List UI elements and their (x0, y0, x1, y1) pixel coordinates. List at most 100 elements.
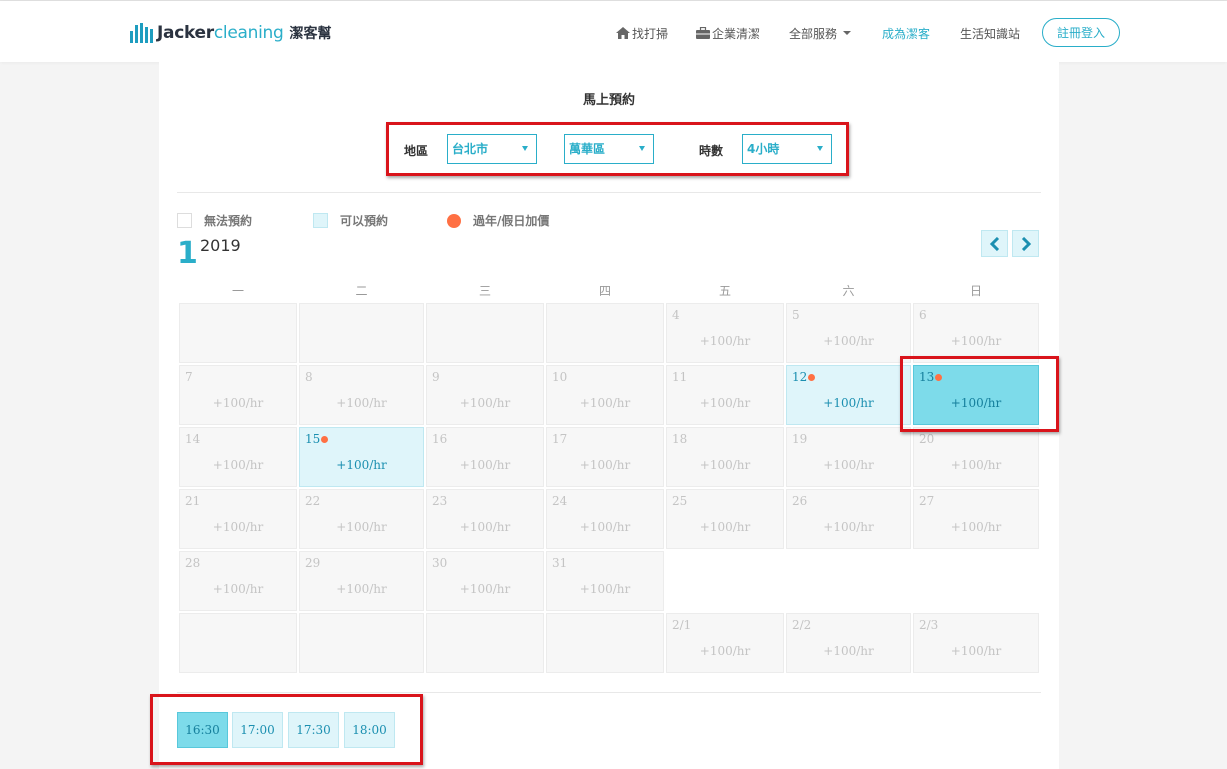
day-price: +100/hr (823, 644, 874, 658)
calendar-day: 2/1 +100/hr (666, 613, 784, 673)
district-select-value: 萬華區 (569, 142, 606, 156)
day-price: +100/hr (336, 396, 387, 410)
nav-item-business-cleaning[interactable]: 企業清潔 (696, 25, 760, 42)
day-price: +100/hr (579, 458, 631, 472)
day-price: +100/hr (336, 582, 387, 596)
calendar-day: 2/2 +100/hr (786, 613, 911, 673)
calendar-day: 28 +100/hr (179, 551, 297, 611)
calendar-day: 18 +100/hr (666, 427, 784, 487)
calendar-day (179, 613, 297, 673)
calendar-day: 16 +100/hr (426, 427, 544, 487)
calendar-day: 30 +100/hr (426, 551, 544, 611)
hours-select-value: 4小時 (747, 142, 780, 156)
day-price: +100/hr (699, 520, 751, 534)
hours-select[interactable]: 4小時 (742, 134, 832, 164)
navbar: Jacker cleaning 潔客幫 找打掃 企業清潔 全部服務 成為潔客 生… (0, 1, 1227, 62)
calendar-day: 19 +100/hr (786, 427, 911, 487)
district-select[interactable]: 萬華區 (564, 134, 654, 164)
day-price: +100/hr (823, 458, 874, 472)
day-price: +100/hr (212, 520, 264, 534)
day-number: 30 (432, 556, 448, 570)
day-price: +100/hr (579, 582, 631, 596)
calendar-day: 24 +100/hr (546, 489, 664, 549)
day-price: +100/hr (212, 582, 264, 596)
calendar-day[interactable]: 12 +100/hr (786, 365, 911, 425)
time-slot-button[interactable]: 16:30 (177, 712, 228, 748)
day-number: 14 (185, 432, 201, 446)
day-price: +100/hr (823, 396, 874, 410)
chevron-down-icon (843, 31, 852, 35)
day-number: 29 (305, 556, 321, 570)
day-price: +100/hr (950, 644, 1002, 658)
briefcase-icon (696, 27, 710, 39)
home-icon (616, 27, 630, 39)
prev-month-button[interactable] (981, 230, 1008, 257)
legend-unavailable-swatch (177, 213, 192, 228)
day-price: +100/hr (950, 520, 1002, 534)
calendar-day: 17 +100/hr (546, 427, 664, 487)
day-price: +100/hr (212, 458, 264, 472)
day-price: +100/hr (579, 396, 631, 410)
day-number: 21 (185, 494, 201, 508)
nav-item-become-cleaner[interactable]: 成為潔客 (882, 25, 930, 42)
day-price: +100/hr (579, 520, 631, 534)
dropdown-arrow-icon (817, 146, 823, 151)
weekday-label: 四 (598, 284, 611, 298)
calendar-day: 29 +100/hr (299, 551, 424, 611)
day-number: 19 (792, 432, 808, 446)
calendar-day: 27 +100/hr (913, 489, 1039, 549)
day-price: +100/hr (823, 334, 874, 348)
day-price: +100/hr (336, 458, 387, 472)
day-price: +100/hr (950, 396, 1002, 410)
calendar-day: 21 +100/hr (179, 489, 297, 549)
chevron-left-icon (989, 236, 999, 251)
city-select[interactable]: 台北市 (447, 134, 537, 164)
calendar-day: 8 +100/hr (299, 365, 424, 425)
divider (177, 192, 1041, 193)
calendar-day: 2/3 +100/hr (913, 613, 1039, 673)
calendar-day: 5 +100/hr (786, 303, 911, 363)
day-number: 13 (919, 370, 935, 384)
legend-label: 無法預約 (204, 214, 253, 228)
time-slot-button[interactable]: 18:00 (344, 712, 395, 748)
calendar-day (546, 303, 664, 363)
nav-item-knowledge[interactable]: 生活知識站 (960, 25, 1020, 42)
surcharge-dot-icon (447, 213, 461, 228)
surcharge-dot-icon (808, 374, 815, 381)
day-number: 4 (672, 308, 680, 322)
day-number: 28 (185, 556, 201, 570)
day-price: +100/hr (336, 520, 387, 534)
calendar-day-selected[interactable]: 13 +100/hr (913, 365, 1039, 425)
day-number: 5 (792, 308, 800, 322)
nav-item-find-cleaning[interactable]: 找打掃 (616, 25, 668, 42)
time-slot-button[interactable]: 17:00 (232, 712, 283, 748)
nav-item-all-services[interactable]: 全部服務 (789, 25, 852, 42)
dropdown-arrow-icon (522, 146, 528, 151)
calendar-day (426, 303, 544, 363)
dropdown-arrow-icon (639, 146, 645, 151)
next-month-button[interactable] (1012, 230, 1039, 257)
surcharge-dot-icon (935, 374, 942, 381)
booking-filters: 地區 台北市 萬華區 時數 4小時 (159, 134, 1059, 164)
day-price: +100/hr (950, 458, 1002, 472)
nav-label: 生活知識站 (960, 26, 1021, 41)
calendar-day[interactable]: 15 +100/hr (299, 427, 424, 487)
city-select-value: 台北市 (452, 142, 489, 156)
calendar-day: 4 +100/hr (666, 303, 784, 363)
divider (177, 692, 1041, 693)
calendar-day: 26 +100/hr (786, 489, 911, 549)
calendar-day (179, 303, 297, 363)
time-slot-button[interactable]: 17:30 (288, 712, 339, 748)
day-number: 20 (919, 432, 935, 446)
weekday-label: 日 (969, 284, 982, 298)
booking-panel: 馬上預約 地區 台北市 萬華區 時數 4小時 無法預約 可以預約 過年/假日加價 (159, 62, 1059, 769)
calendar-day: 9 +100/hr (426, 365, 544, 425)
day-price: +100/hr (823, 520, 874, 534)
day-number: 31 (552, 556, 568, 570)
login-button[interactable]: 註冊登入 (1042, 18, 1120, 47)
region-label: 地區 (404, 144, 429, 158)
legend-label: 過年/假日加價 (473, 214, 550, 228)
day-number: 27 (919, 494, 935, 508)
day-price: +100/hr (699, 644, 751, 658)
nav-label: 全部服務 (789, 26, 838, 41)
